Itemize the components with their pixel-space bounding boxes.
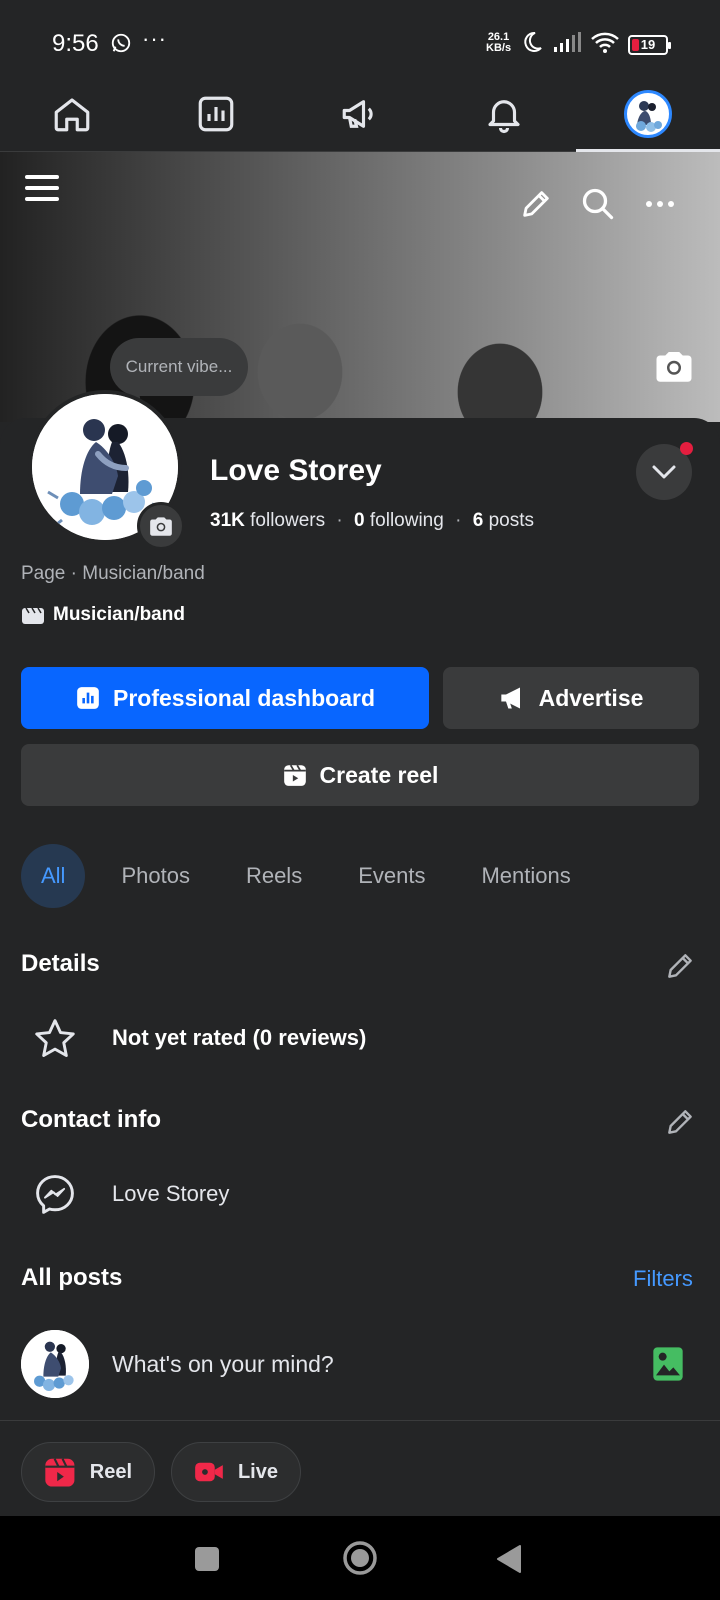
reel-icon (283, 764, 306, 786)
all-posts-title: All posts (21, 1264, 123, 1291)
home-icon (54, 97, 90, 131)
more-notifications-icon: ··· (142, 26, 167, 51)
profile-stats: 31K followers · 0 following · 6 posts (210, 510, 534, 531)
details-title: Details (21, 950, 100, 977)
reel-action-button[interactable]: Reel (21, 1442, 155, 1502)
followers-count[interactable]: 31K (210, 510, 245, 531)
followers-label[interactable]: followers (250, 510, 325, 531)
edit-cover-button[interactable] (650, 344, 698, 388)
photo-icon (653, 1347, 683, 1381)
nav-profile[interactable] (576, 76, 720, 152)
tab-events[interactable]: Events (330, 844, 453, 908)
clapperboard-icon (22, 607, 44, 624)
create-reel-button[interactable]: Create reel (21, 744, 699, 806)
hamburger-icon (25, 175, 59, 201)
composer-input[interactable]: What's on your mind? (112, 1351, 334, 1378)
network-speed: 26.1 KB/s (486, 31, 512, 54)
whatsapp-icon (110, 32, 132, 59)
nav-notifications[interactable] (432, 76, 576, 151)
circle-icon (343, 1541, 377, 1575)
ellipsis-icon (646, 201, 674, 207)
page-category: Musician/band (21, 604, 185, 626)
system-navigation-bar (0, 1516, 720, 1600)
triangle-back-icon (497, 1545, 521, 1573)
back-button[interactable] (496, 1544, 522, 1579)
rating-row: Not yet rated (0 reviews) (33, 1016, 366, 1060)
pencil-icon (668, 954, 692, 978)
following-count[interactable]: 0 (354, 510, 365, 531)
camera-icon (656, 352, 692, 382)
bell-icon (488, 99, 520, 133)
notification-dot (680, 442, 693, 455)
content-tabs: All Photos Reels Events Mentions (21, 844, 599, 908)
edit-profile-button[interactable] (514, 182, 558, 226)
megaphone-icon (342, 99, 373, 128)
nav-ads[interactable] (288, 76, 432, 151)
posts-label: posts (488, 510, 534, 531)
more-options-button[interactable] (638, 182, 682, 226)
profile-avatar (624, 89, 672, 138)
tab-photos[interactable]: Photos (93, 844, 218, 908)
battery-icon: 19 (628, 34, 671, 55)
add-photo-button[interactable] (652, 1346, 684, 1387)
pencil-icon (668, 1110, 692, 1134)
search-icon (582, 188, 614, 220)
messenger-name: Love Storey (112, 1181, 230, 1206)
wifi-icon (590, 30, 620, 59)
contact-info-title: Contact info (21, 1106, 161, 1133)
composer-avatar[interactable] (21, 1330, 89, 1398)
dashboard-icon (77, 687, 99, 709)
status-time: 9:56 (52, 30, 99, 57)
cover-photo[interactable] (0, 152, 720, 422)
tab-reels[interactable]: Reels (218, 844, 330, 908)
tab-all[interactable]: All (21, 844, 86, 908)
recents-button[interactable] (194, 1546, 220, 1577)
nav-home[interactable] (0, 76, 144, 151)
status-bubble[interactable]: Current vibe... (110, 338, 248, 404)
page-category-line: Page · Musician/band (21, 563, 205, 584)
messenger-icon (36, 1175, 74, 1214)
pencil-icon (523, 191, 549, 217)
dashboard-icon (198, 96, 234, 131)
megaphone-icon (500, 687, 520, 709)
filters-button[interactable]: Filters (633, 1266, 693, 1292)
following-label[interactable]: following (370, 510, 444, 531)
messenger-row[interactable]: Love Storey (33, 1172, 229, 1216)
edit-details-button[interactable] (664, 950, 696, 987)
live-action-button[interactable]: Live (171, 1442, 301, 1502)
battery-level: 19 (640, 37, 656, 52)
page-name: Love Storey (210, 454, 382, 487)
reel-icon (45, 1458, 75, 1487)
signal-icon (552, 31, 582, 58)
menu-button[interactable] (20, 166, 64, 210)
posts-count: 6 (472, 510, 484, 531)
advertise-button[interactable]: Advertise (443, 667, 699, 729)
edit-contact-button[interactable] (664, 1106, 696, 1143)
professional-dashboard-button[interactable]: Professional dashboard (21, 667, 429, 729)
nav-dashboard[interactable] (144, 76, 288, 151)
home-button[interactable] (342, 1540, 378, 1581)
camera-icon (150, 517, 172, 536)
rating-text: Not yet rated (0 reviews) (112, 1025, 367, 1050)
moon-icon (520, 30, 544, 59)
edit-profile-picture-button[interactable] (137, 502, 185, 550)
chevron-down-icon (652, 465, 676, 479)
video-camera-icon (195, 1462, 223, 1482)
square-icon (195, 1547, 219, 1571)
tab-mentions[interactable]: Mentions (453, 844, 598, 908)
star-icon (35, 1019, 75, 1057)
search-button[interactable] (576, 182, 620, 226)
top-navigation (0, 76, 720, 152)
